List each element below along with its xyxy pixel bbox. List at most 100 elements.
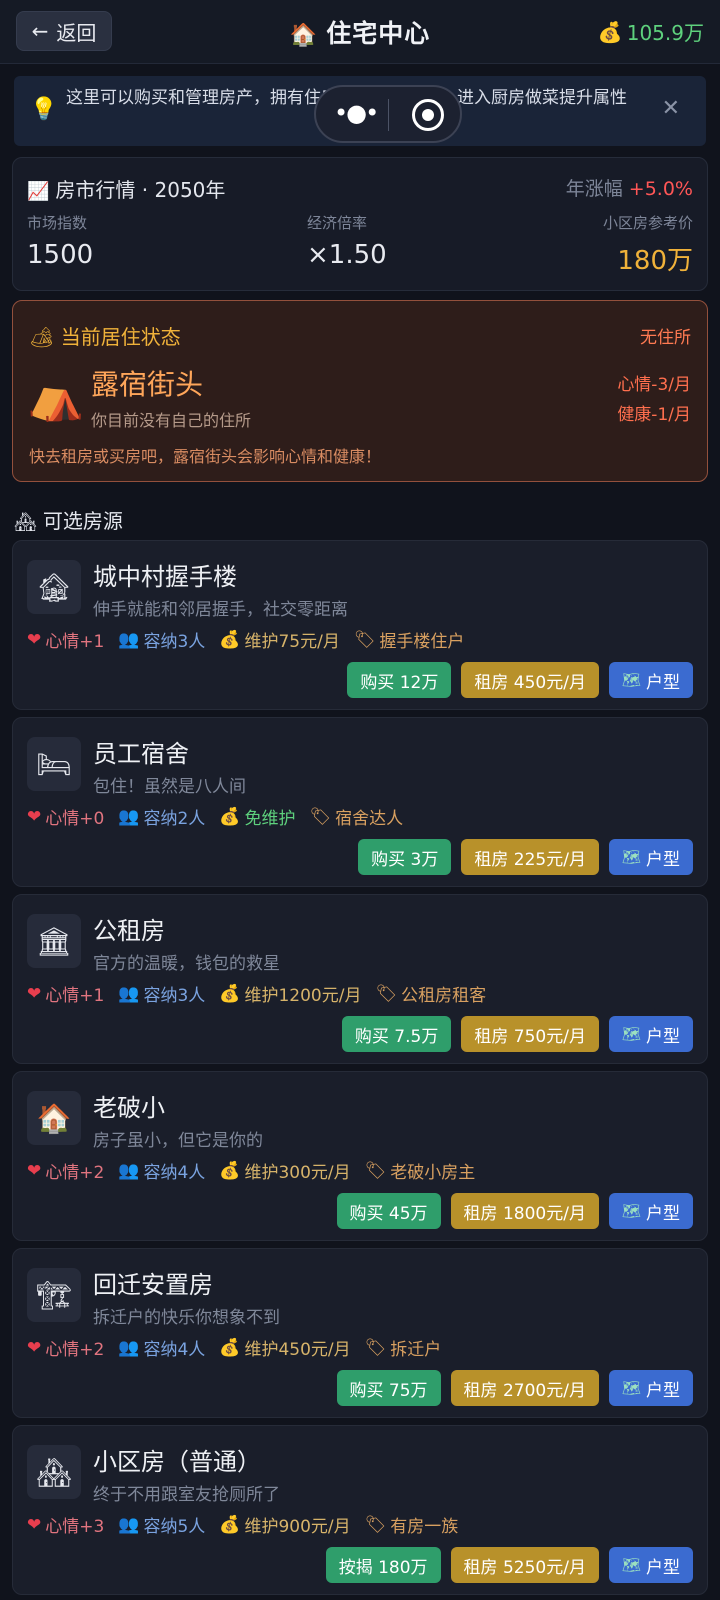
heart-icon: ❤ <box>27 1160 42 1181</box>
person-icon: 👥 <box>118 983 140 1004</box>
more-icon[interactable]: •●• <box>334 99 379 127</box>
mini-program-capsule: •●• <box>314 85 462 143</box>
house-desc: 拆迁户的快乐你想象不到 <box>93 1308 280 1328</box>
house-desc: 包住！虽然是八人间 <box>93 777 246 797</box>
close-program-icon[interactable] <box>412 99 444 131</box>
label-icon: 🏷 <box>364 1337 387 1358</box>
house-card: 🏗 回迁安置房 拆迁户的快乐你想象不到 ❤ 心情+2 👥 容纳4人 💰 维护450元/… <box>12 1248 708 1418</box>
map-icon: 🗺 <box>621 848 641 866</box>
tent-icon: ⛺ <box>27 369 85 423</box>
residence-sub: 你目前没有自己的住所 <box>91 411 252 430</box>
mood-tag: ❤ 心情+0 <box>27 806 105 830</box>
heart-icon: ❤ <box>27 1337 42 1358</box>
map-icon: 🗺 <box>621 1202 641 1220</box>
heart-icon: ❤ <box>27 629 42 650</box>
rent-button[interactable]: 租房 2700元/月 <box>450 1370 599 1406</box>
buy-button[interactable]: 购买 12万 <box>347 662 452 698</box>
house-name: 员工宿舍 <box>93 740 189 768</box>
index-label: 市场指数 <box>27 214 88 232</box>
house-type-icon: 🏛 <box>27 914 81 968</box>
house-desc: 官方的温暖，钱包的救星 <box>93 954 280 974</box>
buy-button[interactable]: 购买 7.5万 <box>341 1016 452 1052</box>
top-bar: ← 返回 🏠 住宅中心 💰 105.9万 <box>0 0 720 64</box>
person-icon: 👥 <box>118 806 140 827</box>
house-actions: 购买 75万 租房 2700元/月 🗺 户型 <box>336 1370 693 1406</box>
label-icon: 🏷 <box>375 983 398 1004</box>
floor-plan-button[interactable]: 🗺 户型 <box>608 1193 693 1229</box>
label-icon: 🏷 <box>364 1160 387 1181</box>
buy-button[interactable]: 购买 75万 <box>336 1370 441 1406</box>
label-icon: 🏷 <box>364 1514 387 1535</box>
map-icon: 🗺 <box>621 1025 641 1043</box>
rent-button[interactable]: 租房 450元/月 <box>461 662 599 698</box>
money-bag-icon: 💰 <box>597 19 623 44</box>
house-tags: ❤ 心情+0 👥 容纳2人 💰 免维护 🏷 宿舍达人 <box>27 804 404 830</box>
market-panel: 📈 房市行情 · 2050年 年涨幅 +5.0% 市场指数 1500 经济倍率 ×… <box>12 157 708 291</box>
multiplier-value: ×1.50 <box>307 240 387 270</box>
chart-up-icon: 📈 <box>27 181 50 202</box>
house-name: 老破小 <box>93 1094 165 1122</box>
money-bag-icon: 💰 <box>219 806 241 827</box>
house-card: 🛏 员工宿舍 包住！虽然是八人间 ❤ 心情+0 👥 容纳2人 💰 免维护 🏷 宿舍达人 … <box>12 717 708 887</box>
house-name: 回迁安置房 <box>93 1271 213 1299</box>
mood-tag: ❤ 心情+2 <box>27 1337 105 1361</box>
floor-plan-button[interactable]: 🗺 户型 <box>608 1016 693 1052</box>
ref-price-label: 小区房参考价 <box>602 214 693 232</box>
buy-button[interactable]: 购买 3万 <box>358 839 452 875</box>
money-bag-icon: 💰 <box>219 1337 241 1358</box>
title-tag: 🏷 老破小房主 <box>364 1160 476 1184</box>
house-type-icon: 🛏 <box>27 737 81 791</box>
rent-button[interactable]: 租房 750元/月 <box>461 1016 599 1052</box>
buy-button[interactable]: 按揭 180万 <box>325 1547 441 1583</box>
person-icon: 👥 <box>118 629 140 650</box>
mood-tag: ❤ 心情+1 <box>27 629 105 653</box>
capacity-tag: 👥 容纳4人 <box>118 1337 206 1361</box>
rent-button[interactable]: 租房 225元/月 <box>461 839 599 875</box>
rent-button[interactable]: 租房 1800元/月 <box>450 1193 599 1229</box>
person-icon: 👥 <box>118 1160 140 1181</box>
heart-icon: ❤ <box>27 983 42 1004</box>
houses-icon: 🏘 <box>14 512 37 533</box>
floor-plan-button[interactable]: 🗺 户型 <box>608 839 693 875</box>
close-icon[interactable]: ✕ <box>662 96 680 121</box>
money-bag-icon: 💰 <box>219 629 241 650</box>
capacity-tag: 👥 容纳2人 <box>118 806 206 830</box>
label-icon: 🏷 <box>309 806 332 827</box>
house-actions: 购买 45万 租房 1800元/月 🗺 户型 <box>336 1193 693 1229</box>
money-bag-icon: 💰 <box>219 1514 241 1535</box>
residence-name: 露宿街头 <box>91 368 204 401</box>
house-actions: 购买 12万 租房 450元/月 🗺 户型 <box>347 662 693 698</box>
house-name: 小区房（普通） <box>93 1448 261 1476</box>
ref-price-value: 180万 <box>617 246 693 276</box>
capacity-tag: 👥 容纳3人 <box>118 983 206 1007</box>
multiplier-label: 经济倍率 <box>307 214 368 232</box>
floor-plan-button[interactable]: 🗺 户型 <box>608 662 693 698</box>
maintenance-tag: 💰 维护900元/月 <box>219 1514 351 1538</box>
house-desc: 伸手就能和邻居握手，社交零距离 <box>93 600 348 620</box>
mood-tag: ❤ 心情+1 <box>27 983 105 1007</box>
title-tag: 🏷 宿舍达人 <box>309 806 404 830</box>
buy-button[interactable]: 购买 45万 <box>336 1193 441 1229</box>
house-type-icon: 🏗 <box>27 1268 81 1322</box>
mood-tag: ❤ 心情+2 <box>27 1160 105 1184</box>
residence-warning: 快去租房或买房吧，露宿街头会影响心情和健康！ <box>29 447 382 466</box>
floor-plan-button[interactable]: 🗺 户型 <box>608 1370 693 1406</box>
person-icon: 👥 <box>118 1514 140 1535</box>
house-tags: ❤ 心情+2 👥 容纳4人 💰 维护450元/月 🏷 拆迁户 <box>27 1335 441 1361</box>
title-tag: 🏷 有房一族 <box>364 1514 459 1538</box>
house-tags: ❤ 心情+3 👥 容纳5人 💰 维护900元/月 🏷 有房一族 <box>27 1512 459 1538</box>
money-bag-icon: 💰 <box>219 1160 241 1181</box>
heart-icon: ❤ <box>27 806 42 827</box>
house-card: 🏘 小区房（普通） 终于不用跟室友抢厕所了 ❤ 心情+3 👥 容纳5人 💰 维护900… <box>12 1425 708 1595</box>
house-actions: 购买 3万 租房 225元/月 🗺 户型 <box>358 839 693 875</box>
maintenance-tag: 💰 维护1200元/月 <box>219 983 362 1007</box>
residence-header: 🏕 当前居住状态 <box>29 325 181 349</box>
residence-tag: 无住所 <box>640 328 691 348</box>
rent-button[interactable]: 租房 5250元/月 <box>450 1547 599 1583</box>
maintenance-tag: 💰 维护450元/月 <box>219 1337 351 1361</box>
growth-value: +5.0% <box>628 178 693 200</box>
house-actions: 按揭 180万 租房 5250元/月 🗺 户型 <box>325 1547 693 1583</box>
title-tag: 🏷 握手楼住户 <box>353 629 465 653</box>
floor-plan-button[interactable]: 🗺 户型 <box>608 1547 693 1583</box>
maintenance-tag: 💰 维护300元/月 <box>219 1160 351 1184</box>
